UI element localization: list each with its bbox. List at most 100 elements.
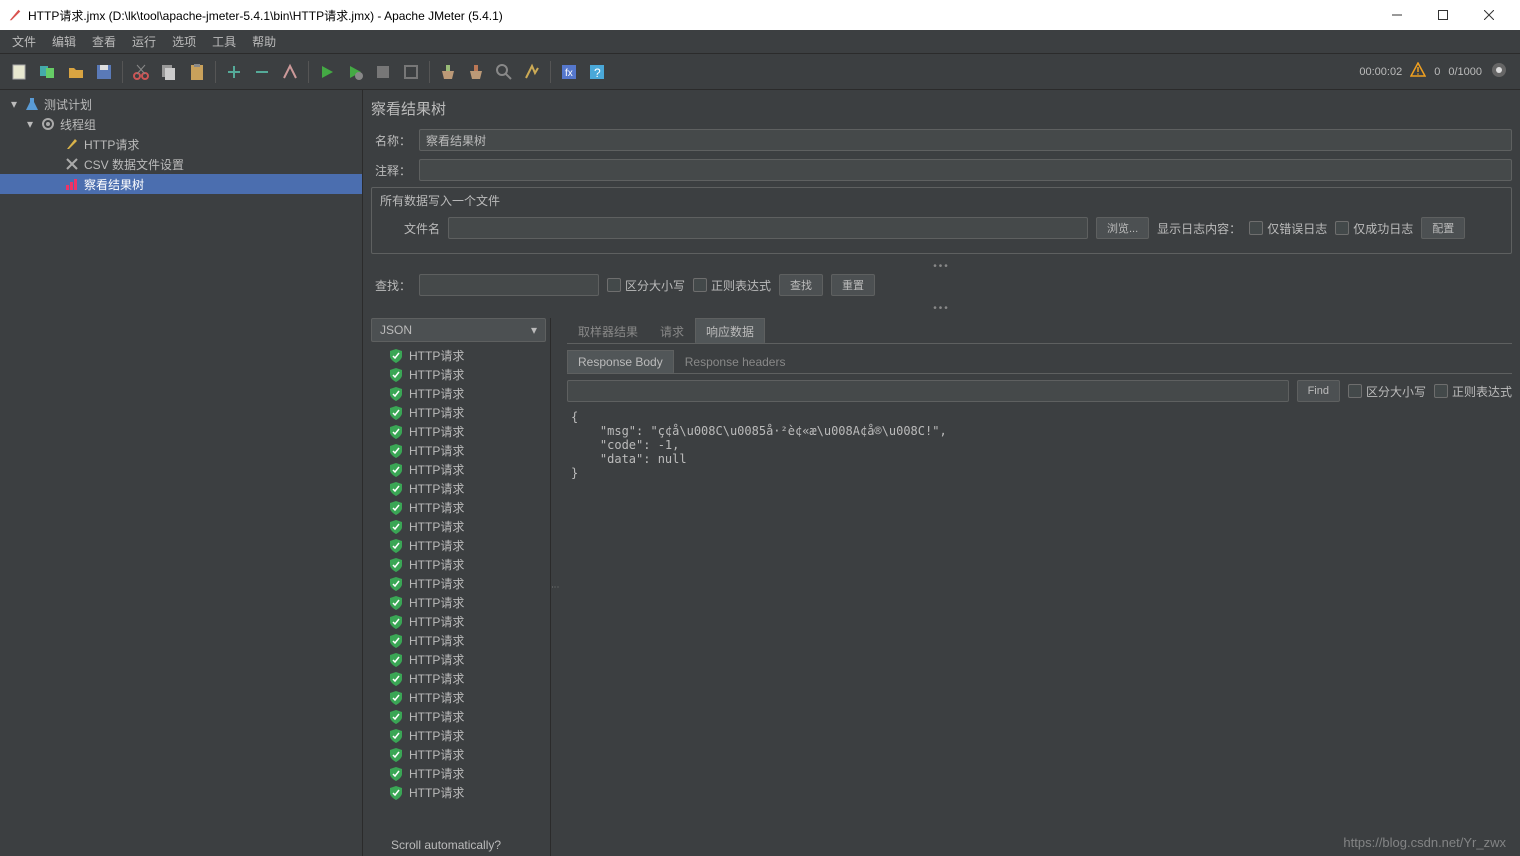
- filename-input[interactable]: [448, 217, 1088, 239]
- result-row[interactable]: HTTP请求: [371, 422, 546, 441]
- result-row[interactable]: HTTP请求: [371, 745, 546, 764]
- new-icon[interactable]: [7, 59, 33, 85]
- function-helper-icon[interactable]: fx: [556, 59, 582, 85]
- tree-search-input[interactable]: [419, 274, 599, 296]
- regex-checkbox[interactable]: 正则表达式: [693, 277, 771, 294]
- response-body-text[interactable]: { "msg": "ç¢å\u008C\u0085å·²è¢«æ\u008A¢å…: [567, 402, 1512, 856]
- minimize-button[interactable]: [1374, 0, 1420, 30]
- result-row[interactable]: HTTP请求: [371, 612, 546, 631]
- result-row[interactable]: HTTP请求: [371, 631, 546, 650]
- subtab-response-headers[interactable]: Response headers: [674, 350, 797, 373]
- case-sensitive-checkbox[interactable]: 区分大小写: [607, 277, 685, 294]
- find-case-checkbox[interactable]: 区分大小写: [1348, 383, 1426, 400]
- result-row[interactable]: HTTP请求: [371, 707, 546, 726]
- name-input[interactable]: [419, 129, 1512, 151]
- tree-item-http[interactable]: HTTP请求: [0, 134, 362, 154]
- tree-thread-group[interactable]: ▾ 线程组: [0, 114, 362, 134]
- test-plan-tree: ▾ 测试计划 ▾ 线程组 HTTP请求 CSV 数据文件设置 察看结果树: [0, 90, 363, 856]
- tree-item-csv[interactable]: CSV 数据文件设置: [0, 154, 362, 174]
- menu-view[interactable]: 查看: [84, 31, 124, 52]
- result-row[interactable]: HTTP请求: [371, 783, 546, 802]
- expand-icon[interactable]: [221, 59, 247, 85]
- menu-options[interactable]: 选项: [164, 31, 204, 52]
- success-shield-icon: [389, 729, 403, 743]
- renderer-select[interactable]: JSON ▾: [371, 318, 546, 342]
- success-shield-icon: [389, 748, 403, 762]
- cut-icon[interactable]: [128, 59, 154, 85]
- only-errors-checkbox[interactable]: 仅错误日志: [1249, 220, 1327, 237]
- result-row[interactable]: HTTP请求: [371, 460, 546, 479]
- reset-button[interactable]: 重置: [831, 274, 875, 296]
- error-count: 0: [1434, 66, 1440, 78]
- find-button[interactable]: Find: [1297, 380, 1340, 402]
- result-row[interactable]: HTTP请求: [371, 669, 546, 688]
- success-shield-icon: [389, 368, 403, 382]
- menu-run[interactable]: 运行: [124, 31, 164, 52]
- group-title: 所有数据写入一个文件: [380, 192, 1503, 209]
- warning-icon[interactable]: [1410, 62, 1426, 81]
- close-button[interactable]: [1466, 0, 1512, 30]
- tree-item-results[interactable]: 察看结果树: [0, 174, 362, 194]
- clear-all-icon[interactable]: [463, 59, 489, 85]
- menu-tools[interactable]: 工具: [204, 31, 244, 52]
- start-notimers-icon[interactable]: [342, 59, 368, 85]
- result-row[interactable]: HTTP请求: [371, 498, 546, 517]
- menu-bar: 文件 编辑 查看 运行 选项 工具 帮助: [0, 30, 1520, 54]
- result-row[interactable]: HTTP请求: [371, 517, 546, 536]
- menu-file[interactable]: 文件: [4, 31, 44, 52]
- tab-request[interactable]: 请求: [649, 318, 695, 343]
- vertical-splitter[interactable]: ⋮: [551, 318, 559, 856]
- splitter-handle[interactable]: •••: [371, 302, 1512, 314]
- chevron-down-icon[interactable]: ▾: [8, 97, 20, 111]
- search-button[interactable]: 查找: [779, 274, 823, 296]
- collapse-icon[interactable]: [249, 59, 275, 85]
- chevron-down-icon[interactable]: ▾: [24, 117, 36, 131]
- stop-icon[interactable]: [370, 59, 396, 85]
- result-row[interactable]: HTTP请求: [371, 764, 546, 783]
- browse-button[interactable]: 浏览...: [1096, 217, 1149, 239]
- result-row[interactable]: HTTP请求: [371, 384, 546, 403]
- menu-edit[interactable]: 编辑: [44, 31, 84, 52]
- search-icon[interactable]: [491, 59, 517, 85]
- success-shield-icon: [389, 520, 403, 534]
- maximize-button[interactable]: [1420, 0, 1466, 30]
- only-success-checkbox[interactable]: 仅成功日志: [1335, 220, 1413, 237]
- find-input[interactable]: [567, 380, 1289, 402]
- configure-button[interactable]: 配置: [1421, 217, 1465, 239]
- result-row[interactable]: HTTP请求: [371, 593, 546, 612]
- result-row[interactable]: HTTP请求: [371, 346, 546, 365]
- start-icon[interactable]: [314, 59, 340, 85]
- open-icon[interactable]: [63, 59, 89, 85]
- result-row[interactable]: HTTP请求: [371, 441, 546, 460]
- subtab-response-body[interactable]: Response Body: [567, 350, 674, 373]
- templates-icon[interactable]: [35, 59, 61, 85]
- help-icon[interactable]: ?: [584, 59, 610, 85]
- reset-search-icon[interactable]: [519, 59, 545, 85]
- copy-icon[interactable]: [156, 59, 182, 85]
- splitter-handle[interactable]: •••: [371, 260, 1512, 272]
- result-row[interactable]: HTTP请求: [371, 403, 546, 422]
- shutdown-icon[interactable]: [398, 59, 424, 85]
- tab-response-data[interactable]: 响应数据: [695, 318, 765, 343]
- clear-icon[interactable]: [435, 59, 461, 85]
- menu-help[interactable]: 帮助: [244, 31, 284, 52]
- result-row[interactable]: HTTP请求: [371, 650, 546, 669]
- tab-sampler-result[interactable]: 取样器结果: [567, 318, 649, 343]
- result-row[interactable]: HTTP请求: [371, 555, 546, 574]
- tree-label: 测试计划: [44, 96, 92, 113]
- comment-input[interactable]: [419, 159, 1512, 181]
- results-list[interactable]: HTTP请求HTTP请求HTTP请求HTTP请求HTTP请求HTTP请求HTTP…: [371, 346, 546, 834]
- result-row[interactable]: HTTP请求: [371, 726, 546, 745]
- result-row[interactable]: HTTP请求: [371, 479, 546, 498]
- toolbar: fx ? 00:00:02 0 0/1000: [0, 54, 1520, 90]
- result-row[interactable]: HTTP请求: [371, 365, 546, 384]
- find-regex-checkbox[interactable]: 正则表达式: [1434, 383, 1512, 400]
- result-row[interactable]: HTTP请求: [371, 574, 546, 593]
- paste-icon[interactable]: [184, 59, 210, 85]
- result-row[interactable]: HTTP请求: [371, 536, 546, 555]
- save-icon[interactable]: [91, 59, 117, 85]
- tree-test-plan[interactable]: ▾ 测试计划: [0, 94, 362, 114]
- result-row[interactable]: HTTP请求: [371, 688, 546, 707]
- scroll-auto-checkbox[interactable]: Scroll automatically?: [371, 834, 546, 856]
- toggle-icon[interactable]: [277, 59, 303, 85]
